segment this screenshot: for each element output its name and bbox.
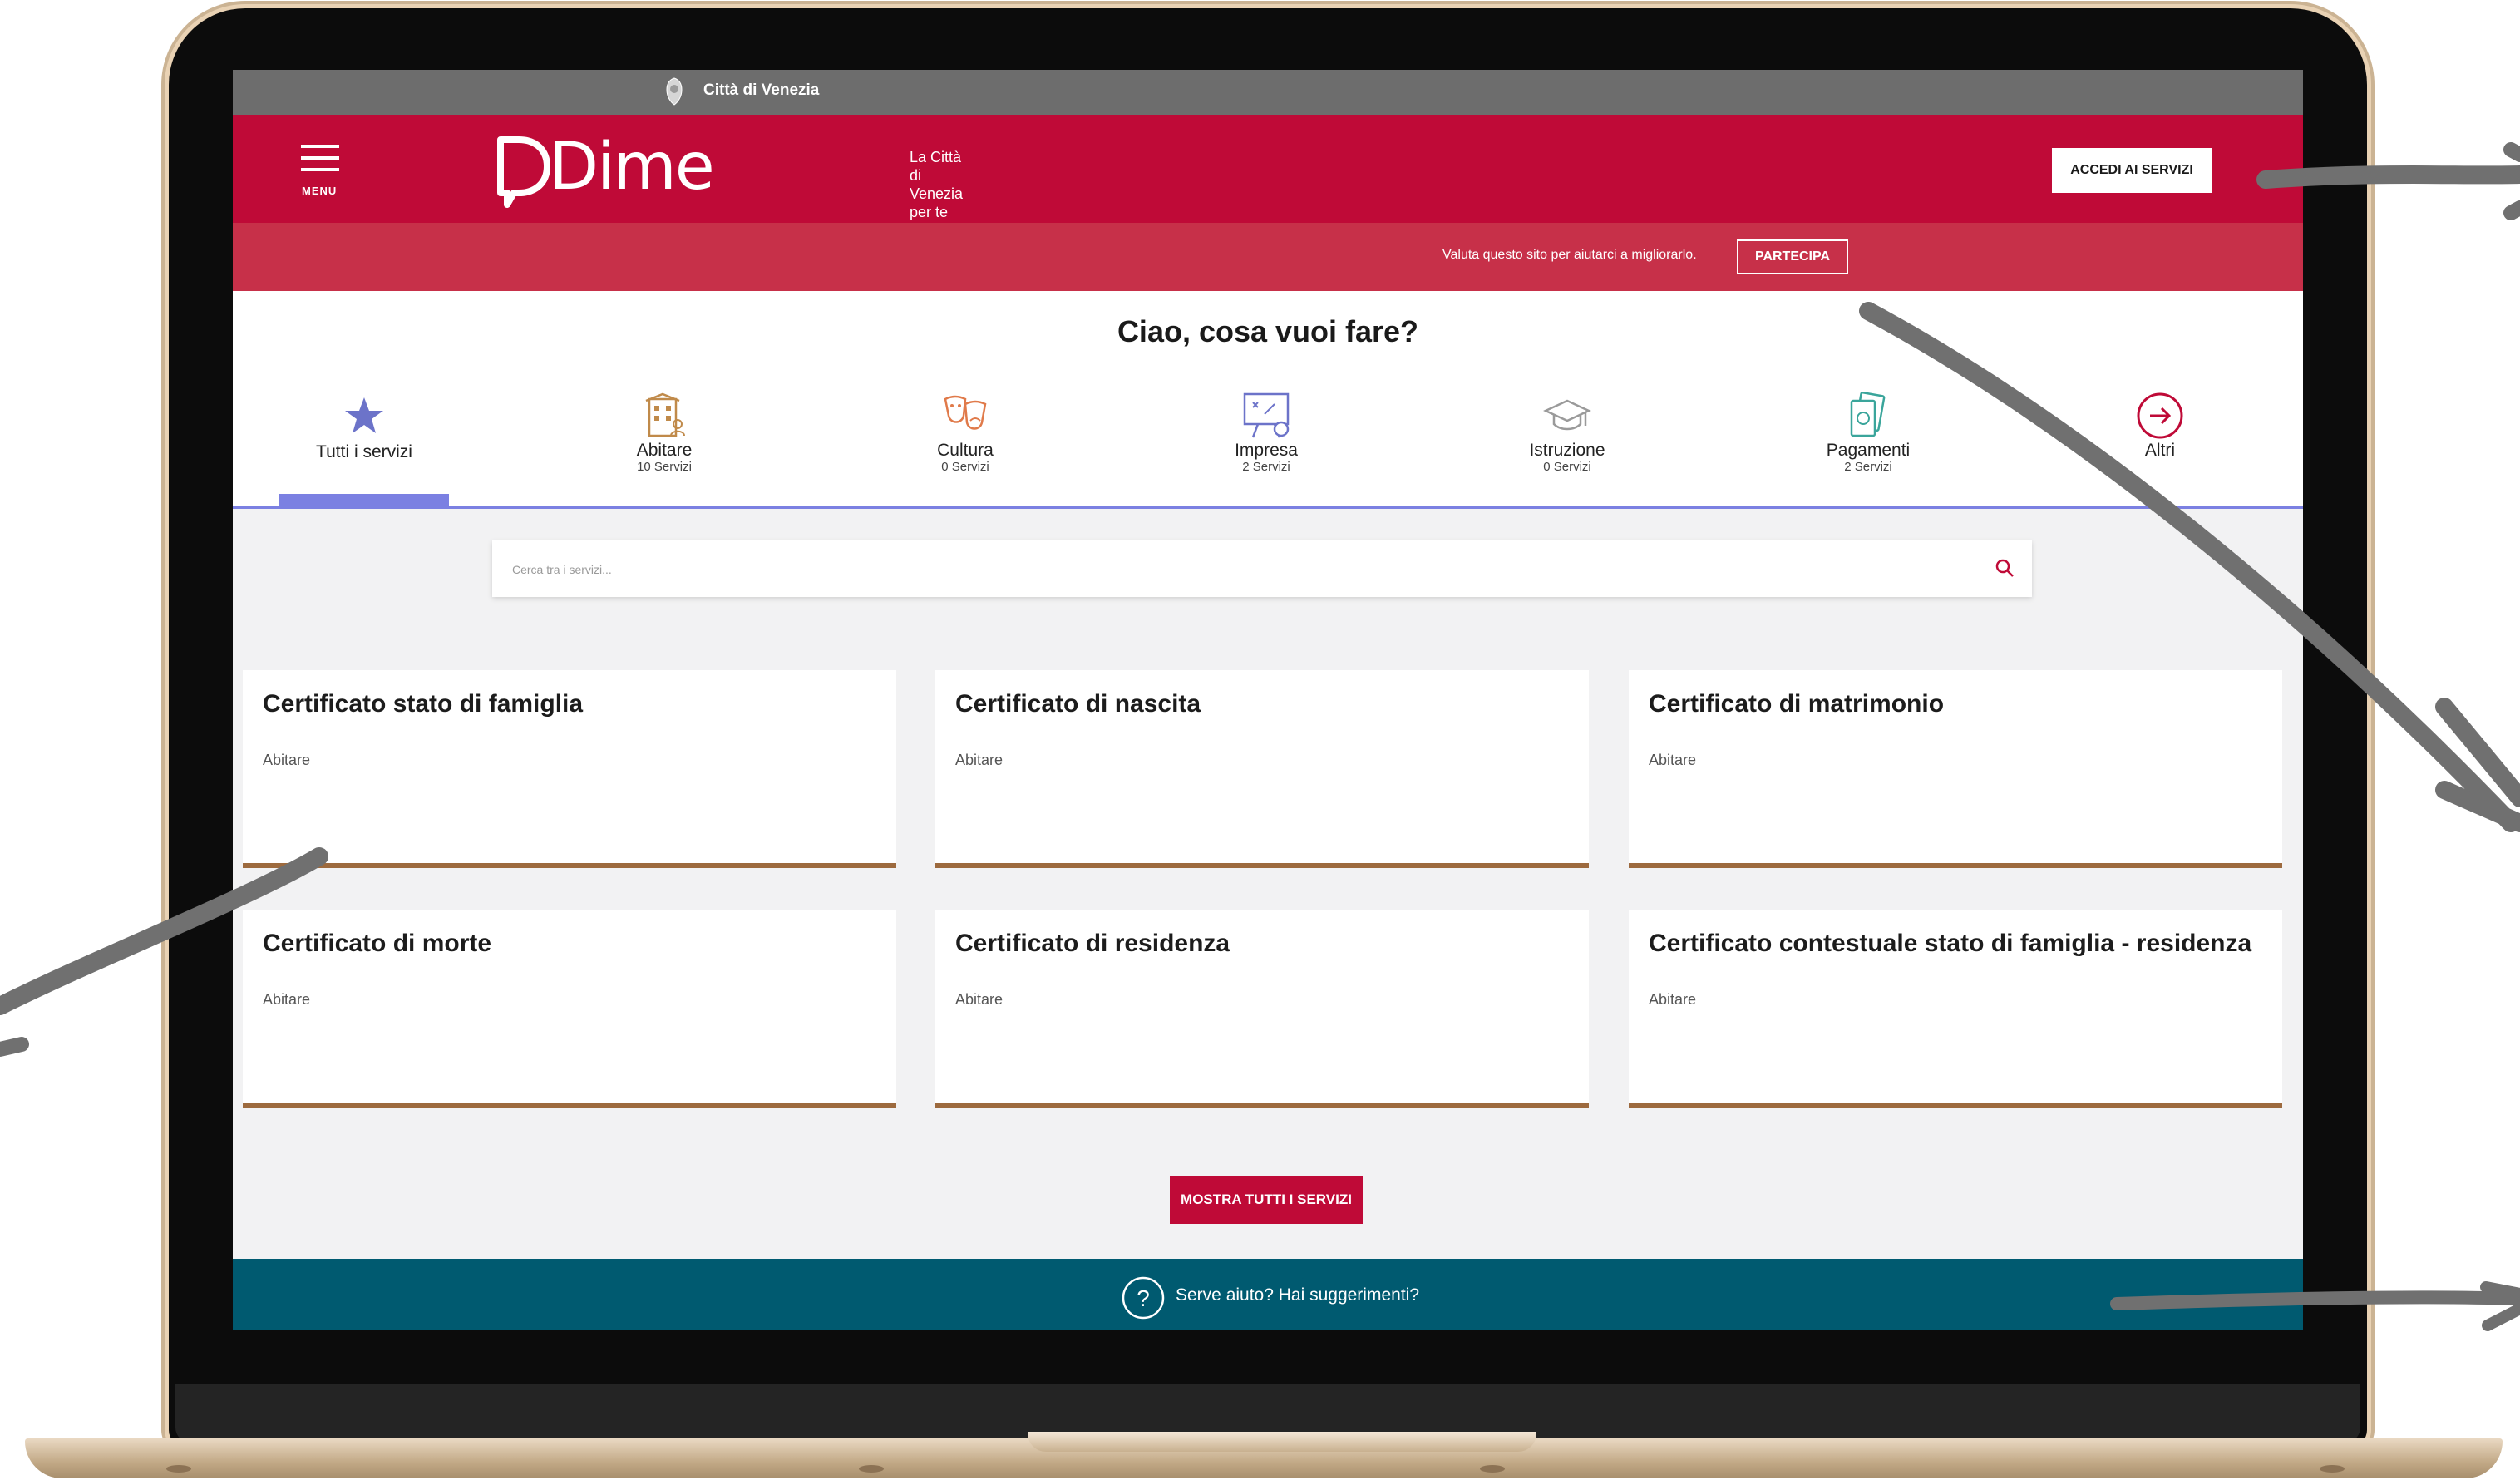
annotation-arrow-icon	[2480, 1281, 2520, 1331]
annotation-arrow-icon	[2256, 165, 2520, 189]
annotation-arrow-icon	[2110, 1290, 2520, 1310]
annotation-arrow-icon	[0, 1037, 29, 1057]
annotation-arrow-icon	[0, 847, 328, 1015]
annotation-arrow-icon	[1859, 302, 2520, 832]
annotation-arrows	[0, 142, 2520, 1331]
